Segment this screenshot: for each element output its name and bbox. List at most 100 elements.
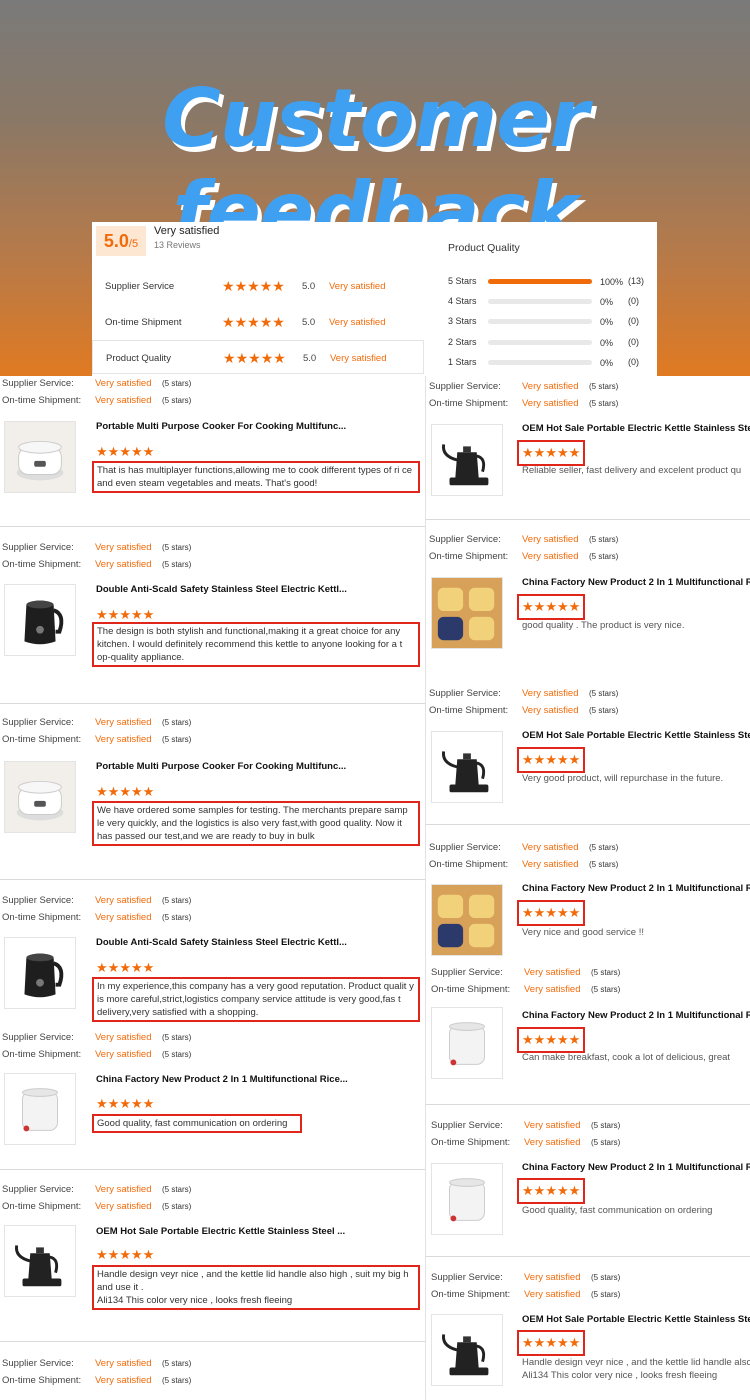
product-thumbnail[interactable] [431, 731, 503, 803]
meta-stars: (5 stars) [591, 1290, 621, 1299]
star-icon: ★ [142, 444, 155, 459]
on-time-shipment-meta: On-time Shipment: Very satisfied (5 stars) [431, 1137, 620, 1148]
review-body: good quality . The product is very nice. [522, 620, 685, 631]
on-time-shipment-meta: On-time Shipment: Very satisfied (5 stars) [429, 551, 618, 562]
on-time-shipment-meta: On-time Shipment: Very satisfied (5 stars) [429, 859, 618, 870]
meta-label: On-time Shipment: [2, 1375, 82, 1386]
star-icon: ★ [119, 1096, 131, 1111]
meta-verdict: Very satisfied [522, 381, 579, 392]
review-star-rating: ★★★★★ [96, 1095, 154, 1113]
star-icon: ★ [556, 1183, 569, 1198]
black-kettle-icon [5, 938, 75, 1008]
product-title-link[interactable]: Portable Multi Purpose Cooker For Cookin… [96, 421, 416, 432]
product-title-link[interactable]: China Factory New Product 2 In 1 Multifu… [522, 883, 750, 894]
distribution-bar [488, 299, 592, 304]
review-count: 13 Reviews [154, 240, 201, 250]
review-card: Supplier Service: Very satisfied (5 stars)… [0, 1029, 425, 1169]
star-icon: ★ [533, 1032, 546, 1047]
product-title-link[interactable]: Double Anti-Scald Safety Stainless Steel… [96, 584, 416, 595]
row-verdict: Very satisfied [330, 353, 387, 364]
divider [0, 1169, 425, 1170]
star-icon: ★ [130, 444, 143, 459]
divider [425, 1104, 750, 1105]
star-icon: ★ [568, 1183, 581, 1198]
product-thumbnail[interactable] [4, 1073, 76, 1145]
product-thumbnail[interactable] [4, 937, 76, 1009]
product-quality-row[interactable]: Product Quality ★★★★★ 5.0 Very satisfied [92, 340, 424, 374]
white-rice-cooker-icon [5, 1074, 75, 1144]
product-thumbnail[interactable] [431, 577, 503, 649]
product-thumbnail[interactable] [4, 421, 76, 493]
product-title-link[interactable]: China Factory New Product 2 In 1 Multifu… [522, 577, 750, 588]
star-icon: ★ [107, 1096, 120, 1111]
overall-score-badge: 5.0/5 [96, 226, 146, 256]
gooseneck-kettle-icon [432, 732, 502, 802]
meta-stars: (5 stars) [162, 1202, 192, 1211]
product-thumbnail[interactable] [431, 424, 503, 496]
supplier-service-meta: Supplier Service: Very satisfied (5 stars) [2, 378, 191, 389]
review-text: Can make breakfast, cook a lot of delici… [522, 1051, 750, 1064]
supplier-service-meta: Supplier Service: Very satisfied (5 stars) [431, 1272, 620, 1283]
meta-label: On-time Shipment: [2, 912, 82, 923]
meta-verdict: Very satisfied [524, 967, 581, 978]
review-card: Supplier Service: Very satisfied (5 stars)… [0, 1341, 425, 1400]
white-cooker-icon [5, 762, 75, 832]
product-title-link[interactable]: OEM Hot Sale Portable Electric Kettle St… [522, 1314, 750, 1325]
meta-stars: (5 stars) [589, 552, 619, 561]
on-time-shipment-meta: On-time Shipment: Very satisfied (5 stars) [2, 912, 191, 923]
product-thumbnail[interactable] [431, 1007, 503, 1079]
product-title-link[interactable]: China Factory New Product 2 In 1 Multifu… [96, 1074, 416, 1085]
product-title-link[interactable]: Double Anti-Scald Safety Stainless Steel… [96, 937, 416, 948]
meta-stars: (5 stars) [589, 535, 619, 544]
star-icon: ★ [556, 1032, 569, 1047]
product-title-link[interactable]: OEM Hot Sale Portable Electric Kettle St… [96, 1226, 416, 1237]
column-divider [425, 376, 426, 1400]
distribution-count: (0) [628, 357, 639, 367]
overall-score-suffix: /5 [128, 238, 139, 250]
review-card: Supplier Service: Very satisfied (5 stars)… [425, 519, 750, 672]
review-card: Supplier Service: Very satisfied (5 stars)… [425, 964, 750, 1104]
on-time-shipment-meta: On-time Shipment: Very satisfied (5 stars) [2, 395, 191, 406]
product-thumbnail[interactable] [4, 761, 76, 833]
meta-label: On-time Shipment: [2, 1201, 82, 1212]
product-thumbnail[interactable] [431, 884, 503, 956]
product-title-link[interactable]: China Factory New Product 2 In 1 Multifu… [522, 1010, 750, 1021]
star-icon: ★ [522, 752, 534, 767]
review-body: Handle design veyr nice , and the kettle… [97, 1269, 409, 1293]
meta-verdict: Very satisfied [95, 1032, 152, 1043]
row-score: 5.0 [302, 317, 316, 328]
meta-verdict: Very satisfied [524, 1272, 581, 1283]
supplier-service-meta: Supplier Service: Very satisfied (5 stars) [2, 1184, 191, 1195]
star-icon: ★ [142, 607, 155, 622]
on-time-shipment-row: On-time Shipment ★★★★★ 5.0 Very satisfie… [92, 305, 424, 339]
gooseneck-kettle-icon [432, 1315, 502, 1385]
meta-stars: (5 stars) [162, 1359, 192, 1368]
divider [425, 824, 750, 825]
product-thumbnail[interactable] [431, 1314, 503, 1386]
star-icon: ★ [107, 607, 120, 622]
star-icon: ★ [96, 1247, 108, 1262]
supplier-service-meta: Supplier Service: Very satisfied (5 stars) [2, 1032, 191, 1043]
review-text: Good quality, fast communication on orde… [522, 1204, 750, 1217]
meta-verdict: Very satisfied [522, 551, 579, 562]
review-star-rating: ★★★★★ [517, 440, 586, 466]
product-thumbnail[interactable] [4, 1225, 76, 1297]
review-body: Can make breakfast, cook a lot of delici… [522, 1052, 731, 1063]
star-icon: ★ [533, 905, 546, 920]
distribution-bar-fill [488, 279, 592, 284]
product-thumbnail[interactable] [4, 584, 76, 656]
gooseneck-kettle-icon [5, 1226, 75, 1296]
product-title-link[interactable]: China Factory New Product 2 In 1 Multifu… [522, 1162, 750, 1173]
meta-stars: (5 stars) [589, 399, 619, 408]
product-thumbnail[interactable] [431, 1163, 503, 1235]
product-title-link[interactable]: OEM Hot Sale Portable Electric Kettle St… [522, 423, 750, 434]
divider [425, 1256, 750, 1257]
row-score: 5.0 [303, 353, 317, 364]
star-level-label: 2 Stars [448, 337, 477, 347]
supplier-service-meta: Supplier Service: Very satisfied (5 stars) [2, 1358, 191, 1369]
meta-verdict: Very satisfied [95, 734, 152, 745]
product-title-link[interactable]: OEM Hot Sale Portable Electric Kettle St… [522, 730, 750, 741]
meta-stars: (5 stars) [591, 1273, 621, 1282]
divider [0, 703, 425, 704]
product-title-link[interactable]: Portable Multi Purpose Cooker For Cookin… [96, 761, 416, 772]
